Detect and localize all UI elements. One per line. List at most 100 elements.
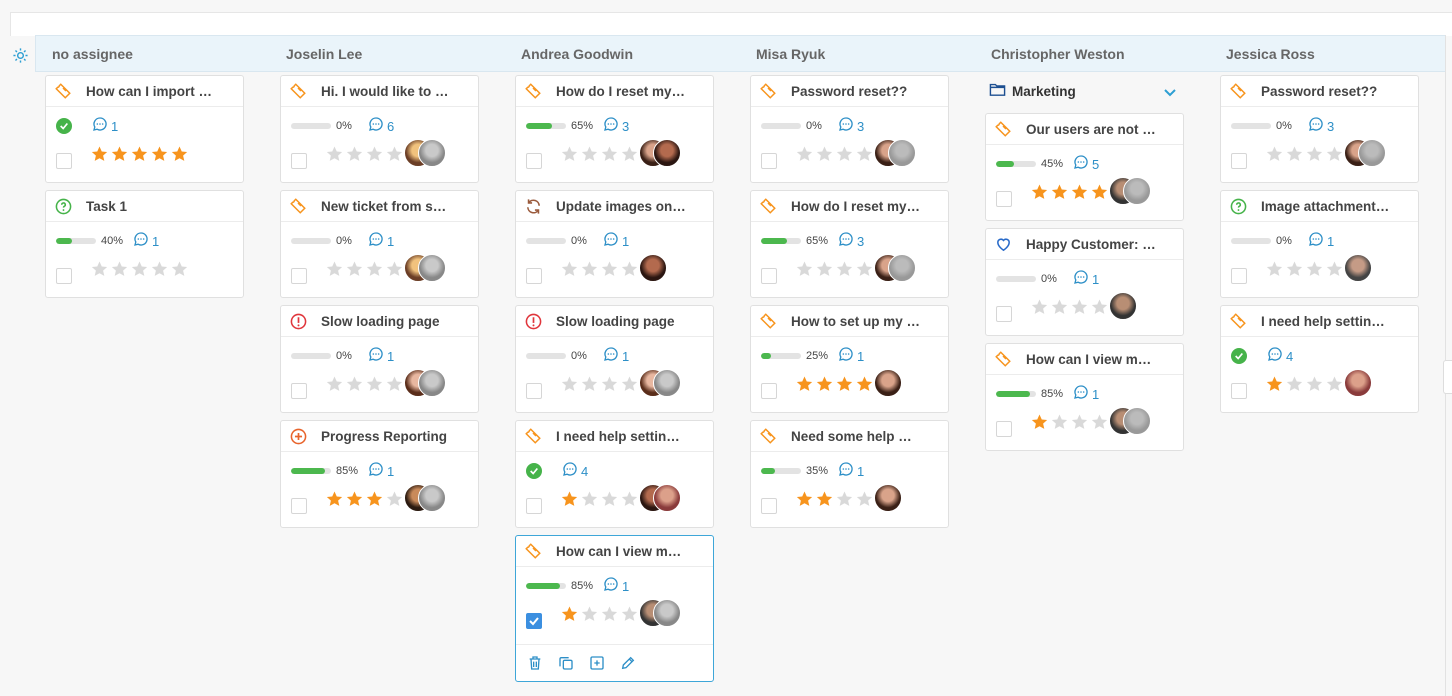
star-icon[interactable]: [580, 605, 599, 623]
task-card[interactable]: How do I reset my … 65% 3: [515, 75, 714, 183]
comments-button[interactable]: 1: [1308, 231, 1334, 252]
card-title-row[interactable]: Need some help w…: [751, 421, 948, 452]
star-icon[interactable]: [1050, 413, 1069, 431]
task-card[interactable]: Progress Reporting 85% 1: [280, 420, 479, 528]
select-checkbox[interactable]: [996, 306, 1012, 322]
star-icon[interactable]: [325, 260, 344, 278]
star-icon[interactable]: [1070, 298, 1089, 316]
select-checkbox[interactable]: [526, 498, 542, 514]
star-icon[interactable]: [560, 260, 579, 278]
comments-button[interactable]: 1: [1073, 269, 1099, 290]
task-card[interactable]: I need help setting… 4: [1220, 305, 1419, 413]
assignee-avatars[interactable]: [874, 484, 902, 512]
card-title-row[interactable]: Password reset??: [751, 76, 948, 107]
star-icon[interactable]: [795, 260, 814, 278]
comments-button[interactable]: 1: [1073, 384, 1099, 405]
task-card[interactable]: Task 1 40% 1: [45, 190, 244, 298]
comments-button[interactable]: 1: [133, 231, 159, 252]
star-icon[interactable]: [345, 145, 364, 163]
column-header[interactable]: Joselin Lee: [270, 35, 505, 72]
star-icon[interactable]: [1070, 413, 1089, 431]
comments-button[interactable]: 1: [368, 461, 394, 482]
assignee-avatars[interactable]: [874, 139, 916, 167]
assignee-avatars[interactable]: [404, 139, 446, 167]
star-icon[interactable]: [560, 145, 579, 163]
comments-button[interactable]: 1: [603, 346, 629, 367]
star-icon[interactable]: [560, 605, 579, 623]
star-icon[interactable]: [90, 260, 109, 278]
star-icon[interactable]: [580, 490, 599, 508]
card-title-row[interactable]: New ticket from s…: [281, 191, 478, 222]
star-icon[interactable]: [855, 375, 874, 393]
star-icon[interactable]: [560, 490, 579, 508]
star-icon[interactable]: [365, 145, 384, 163]
select-checkbox[interactable]: [526, 383, 542, 399]
card-title-row[interactable]: Hi. I would like to r…: [281, 76, 478, 107]
comments-button[interactable]: 1: [838, 461, 864, 482]
assignee-avatars[interactable]: [1344, 369, 1372, 397]
select-checkbox[interactable]: [526, 153, 542, 169]
select-checkbox[interactable]: [996, 421, 1012, 437]
star-icon[interactable]: [170, 145, 189, 163]
card-title-row[interactable]: How can I view my…: [516, 536, 713, 567]
select-checkbox[interactable]: [761, 268, 777, 284]
star-icon[interactable]: [580, 260, 599, 278]
star-icon[interactable]: [620, 490, 639, 508]
task-card[interactable]: Our users are not … 45% 5: [985, 113, 1184, 221]
task-card[interactable]: Update images on … 0% 1: [515, 190, 714, 298]
star-icon[interactable]: [345, 260, 364, 278]
assignee-avatars[interactable]: [404, 369, 446, 397]
star-icon[interactable]: [1090, 183, 1109, 201]
star-icon[interactable]: [365, 375, 384, 393]
star-icon[interactable]: [600, 605, 619, 623]
card-title-row[interactable]: Task 1: [46, 191, 243, 222]
star-icon[interactable]: [795, 145, 814, 163]
assignee-avatars[interactable]: [639, 484, 681, 512]
star-icon[interactable]: [815, 375, 834, 393]
star-icon[interactable]: [620, 260, 639, 278]
select-checkbox[interactable]: [761, 383, 777, 399]
rating-stars[interactable]: [90, 145, 190, 163]
select-checkbox[interactable]: [1231, 268, 1247, 284]
card-title-row[interactable]: How do I reset my …: [516, 76, 713, 107]
select-checkbox[interactable]: [291, 153, 307, 169]
comments-button[interactable]: 3: [838, 116, 864, 137]
star-icon[interactable]: [1265, 375, 1284, 393]
star-icon[interactable]: [795, 490, 814, 508]
duplicate-icon[interactable]: [557, 654, 575, 672]
star-icon[interactable]: [325, 490, 344, 508]
card-title-row[interactable]: How can I view my…: [986, 344, 1183, 375]
card-title-row[interactable]: I need help setting…: [1221, 306, 1418, 337]
star-icon[interactable]: [1305, 260, 1324, 278]
trash-icon[interactable]: [526, 654, 544, 672]
star-icon[interactable]: [1305, 145, 1324, 163]
star-icon[interactable]: [560, 375, 579, 393]
select-checkbox[interactable]: [526, 268, 542, 284]
task-card[interactable]: Password reset?? 0% 3: [750, 75, 949, 183]
star-icon[interactable]: [385, 375, 404, 393]
star-icon[interactable]: [835, 145, 854, 163]
star-icon[interactable]: [855, 145, 874, 163]
star-icon[interactable]: [1090, 298, 1109, 316]
card-title-row[interactable]: I need help setting…: [516, 421, 713, 452]
scroll-handle[interactable]: [1443, 360, 1452, 394]
comments-button[interactable]: 4: [562, 461, 588, 482]
card-title-row[interactable]: Our users are not …: [986, 114, 1183, 145]
star-icon[interactable]: [365, 490, 384, 508]
comments-button[interactable]: 4: [1267, 346, 1293, 367]
star-icon[interactable]: [1030, 298, 1049, 316]
star-icon[interactable]: [600, 145, 619, 163]
edit-icon[interactable]: [619, 654, 637, 672]
task-card[interactable]: How can I view my… 85% 1: [985, 343, 1184, 451]
card-title-row[interactable]: Happy Customer: …: [986, 229, 1183, 260]
star-icon[interactable]: [1305, 375, 1324, 393]
star-icon[interactable]: [1325, 375, 1344, 393]
assignee-avatars[interactable]: [1109, 292, 1137, 320]
card-title-row[interactable]: Update images on …: [516, 191, 713, 222]
star-icon[interactable]: [385, 145, 404, 163]
assignee-avatars[interactable]: [874, 254, 916, 282]
select-checkbox[interactable]: [996, 191, 1012, 207]
select-checkbox[interactable]: [1231, 153, 1247, 169]
star-icon[interactable]: [835, 375, 854, 393]
star-icon[interactable]: [600, 490, 619, 508]
